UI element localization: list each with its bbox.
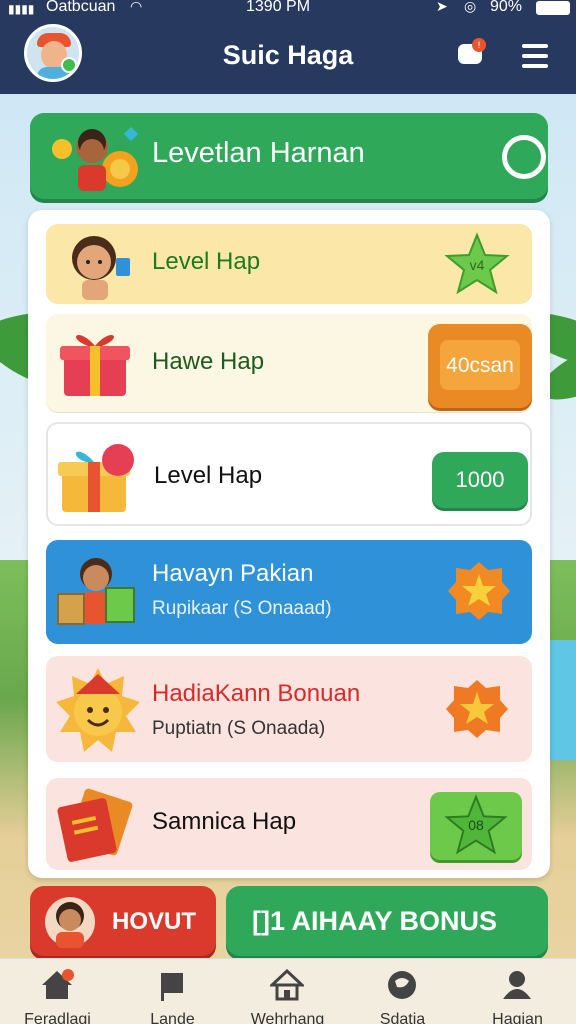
kid-with-balloons-icon bbox=[52, 126, 139, 191]
reward-label: v4 bbox=[469, 257, 485, 273]
gift-icon bbox=[60, 335, 130, 396]
hovut-label: HOVUT bbox=[112, 908, 196, 935]
wifi-icon: ◠ bbox=[130, 0, 143, 14]
daily-toggle-icon[interactable] bbox=[502, 135, 546, 179]
star-badge-icon[interactable] bbox=[444, 676, 510, 742]
tab-label: Hagian bbox=[492, 1011, 543, 1024]
row-title: HadiaKann Bonuan bbox=[152, 680, 361, 707]
battery-label: 90% bbox=[490, 0, 523, 15]
gift-box-icon bbox=[58, 444, 134, 512]
hovut-button[interactable]: HOVUT bbox=[30, 886, 216, 956]
list-item[interactable]: Havayn Pakian Rupikaar (S Onaaad) bbox=[46, 540, 532, 644]
bonus-label: []1 AIHAAY BONUS bbox=[252, 906, 498, 936]
tab-label: Wehrhang bbox=[250, 1011, 325, 1024]
page-title: Suic Haga bbox=[222, 40, 354, 70]
list-item[interactable]: Level Hap v4 bbox=[46, 224, 532, 304]
flag-icon bbox=[161, 973, 183, 1001]
list-item[interactable]: Hawe Hap 40csan bbox=[46, 314, 532, 412]
reward-star[interactable]: v4 bbox=[444, 232, 510, 298]
app-header: Suic Haga ! bbox=[0, 18, 576, 94]
battery-icon bbox=[536, 1, 570, 15]
row-title: Level Hap bbox=[152, 248, 261, 275]
list-item[interactable]: Level Hap 1000 bbox=[46, 422, 532, 526]
reward-badge[interactable]: 08 bbox=[430, 792, 522, 860]
tab-sdatia[interactable]: Sdatia bbox=[345, 959, 460, 1024]
reward-label: 08 bbox=[468, 817, 484, 833]
notification-icon[interactable]: ! bbox=[458, 38, 486, 68]
user-icon bbox=[503, 971, 531, 999]
girl-icon bbox=[72, 236, 130, 300]
reward-badge[interactable]: 40csan bbox=[428, 324, 532, 408]
daily-bonus-button[interactable]: []1 AIHAAY BONUS bbox=[226, 886, 548, 956]
carrier-label: Oatbcuan bbox=[46, 0, 116, 15]
reward-label: 40csan bbox=[446, 354, 514, 377]
sun-face-icon bbox=[56, 668, 140, 752]
list-item[interactable]: Samnica Hap 08 bbox=[46, 778, 532, 870]
status-bar: ▮▮▮▮ Oatbcuan ◠ 1390 PM ➤ ◎ 90% bbox=[0, 0, 576, 18]
task-list-panel: Level Hap v4 Hawe Hap 40csan Level Hap 1… bbox=[28, 210, 550, 878]
tab-label: Sdatia bbox=[379, 1011, 426, 1024]
house-icon bbox=[270, 969, 304, 1001]
star-badge-icon[interactable] bbox=[446, 558, 512, 624]
tab-bar: Feradlagi Lande Wehrhang Sdatia Hagian bbox=[0, 958, 576, 1024]
tab-label: Feradlagi bbox=[24, 1011, 91, 1024]
row-title: Hawe Hap bbox=[152, 348, 265, 375]
clock: 1390 PM bbox=[246, 0, 311, 15]
tab-hagian[interactable]: Hagian bbox=[460, 959, 575, 1024]
globe-icon bbox=[388, 971, 416, 999]
list-item[interactable]: HadiaKann Bonuan Puptiatn (S Onaada) bbox=[46, 656, 532, 762]
home-icon bbox=[42, 969, 74, 999]
tab-label: Lande bbox=[150, 1011, 195, 1024]
menu-icon[interactable] bbox=[522, 44, 548, 68]
tickets-icon bbox=[57, 788, 133, 862]
row-title: Level Hap bbox=[154, 462, 263, 489]
tab-feradlagi[interactable]: Feradlagi bbox=[0, 959, 115, 1024]
daily-label: Levetlan Harnan bbox=[152, 137, 365, 169]
location-icon: ➤ bbox=[436, 0, 448, 14]
row-subtitle: Rupikaar (S Onaaad) bbox=[152, 598, 332, 619]
daily-challenge-bar[interactable]: Levetlan Harnan bbox=[30, 113, 548, 199]
reward-badge[interactable]: 1000 bbox=[432, 452, 528, 508]
row-title: Havayn Pakian bbox=[152, 560, 314, 587]
signal-icon: ▮▮▮▮ bbox=[8, 2, 35, 16]
tab-wehrhang[interactable]: Wehrhang bbox=[230, 959, 345, 1024]
boy-avatar-icon bbox=[45, 897, 95, 948]
row-title: Samnica Hap bbox=[152, 808, 297, 835]
tab-lande[interactable]: Lande bbox=[115, 959, 230, 1024]
reward-label: 1000 bbox=[455, 467, 505, 492]
alarm-icon: ◎ bbox=[464, 0, 477, 14]
boy-with-book-icon bbox=[57, 558, 135, 625]
row-subtitle: Puptiatn (S Onaada) bbox=[152, 718, 326, 739]
